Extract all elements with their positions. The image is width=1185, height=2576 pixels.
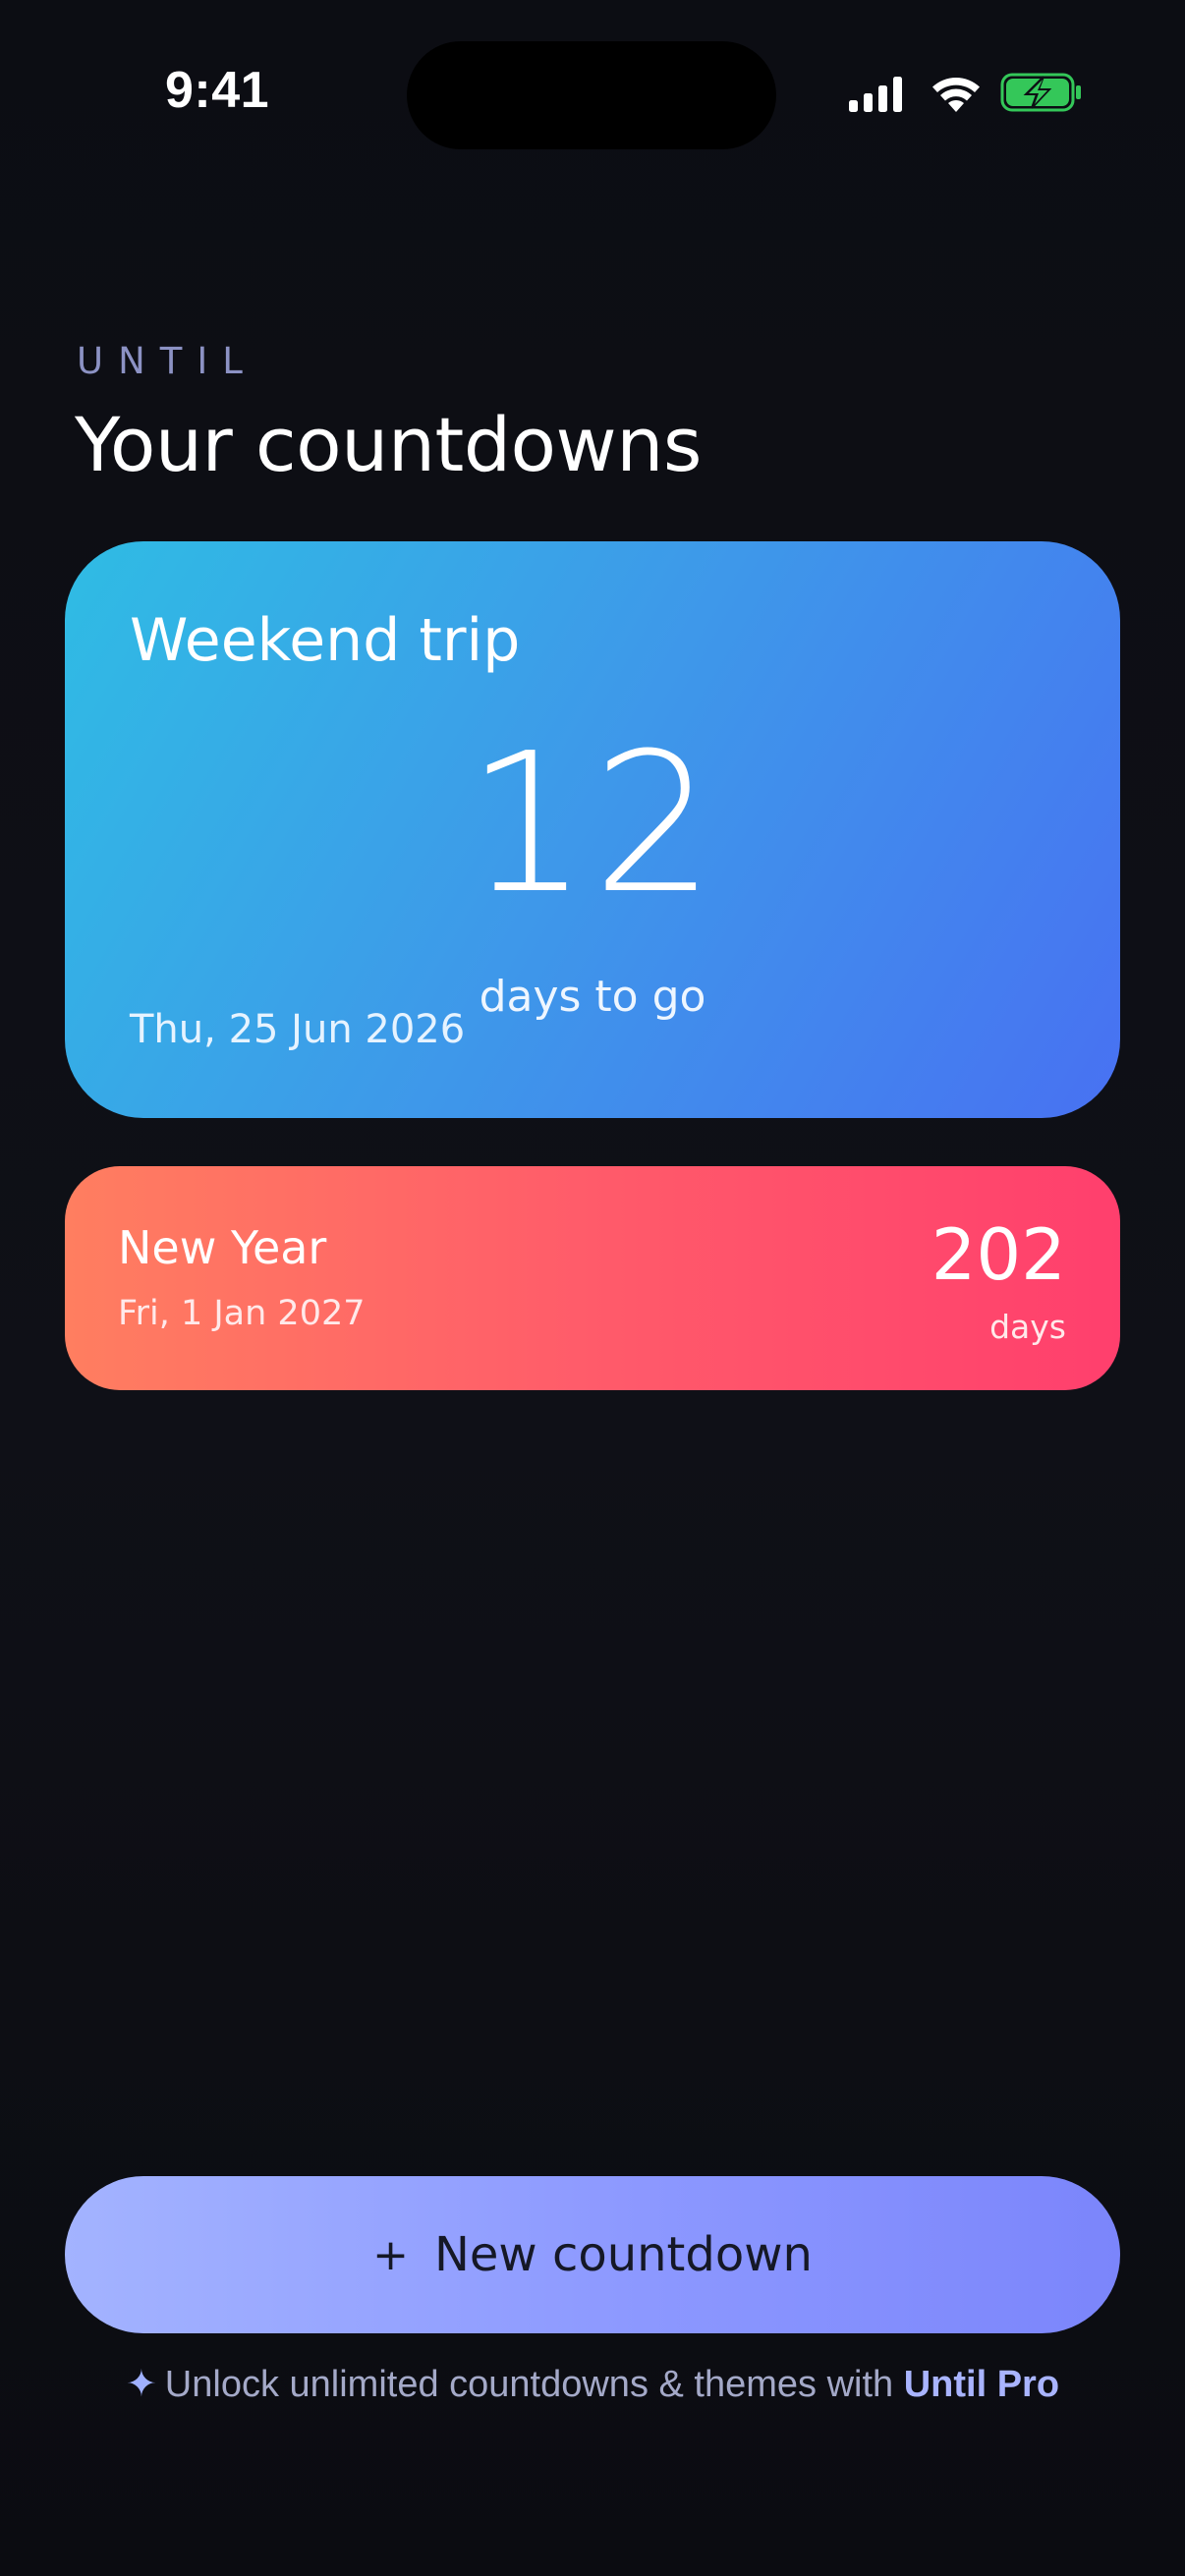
countdown-title: New Year — [118, 1221, 327, 1274]
countdown-date: Fri, 1 Jan 2027 — [118, 1294, 366, 1333]
sparkle-icon: ✦ — [125, 2364, 157, 2405]
new-countdown-button[interactable]: + New countdown — [65, 2176, 1120, 2333]
pro-promo: ✦ Unlock unlimited countdowns & themes wi… — [0, 2362, 1185, 2406]
featured-countdown-days: 12 — [466, 712, 719, 936]
featured-countdown-card[interactable]: Weekend trip 12 days to go Thu, 25 Jun 2… — [65, 541, 1120, 1118]
countdown-unit: days — [989, 1308, 1066, 1346]
status-time: 9:41 — [165, 62, 270, 119]
app-eyebrow: UNTIL — [77, 340, 257, 382]
promo-text: Unlock unlimited countdowns & themes wit… — [164, 2364, 894, 2405]
wifi-icon — [932, 77, 980, 112]
status-bar: 9:41 — [0, 0, 1185, 187]
status-icons — [847, 71, 1083, 120]
cellular-signal-icon — [849, 77, 902, 112]
battery-charging-icon — [1000, 73, 1081, 112]
plus-icon: + — [372, 2229, 409, 2280]
countdown-days: 202 — [931, 1213, 1066, 1296]
featured-countdown-date: Thu, 25 Jun 2026 — [130, 1007, 466, 1052]
dynamic-island — [407, 41, 776, 149]
new-countdown-label: New countdown — [433, 2227, 813, 2282]
featured-countdown-title: Weekend trip — [130, 606, 521, 675]
until-pro-link[interactable]: Until Pro — [904, 2364, 1059, 2405]
countdown-card-new-year[interactable]: New Year Fri, 1 Jan 2027 202 days — [65, 1166, 1120, 1390]
page-title: Your countdowns — [75, 401, 702, 488]
